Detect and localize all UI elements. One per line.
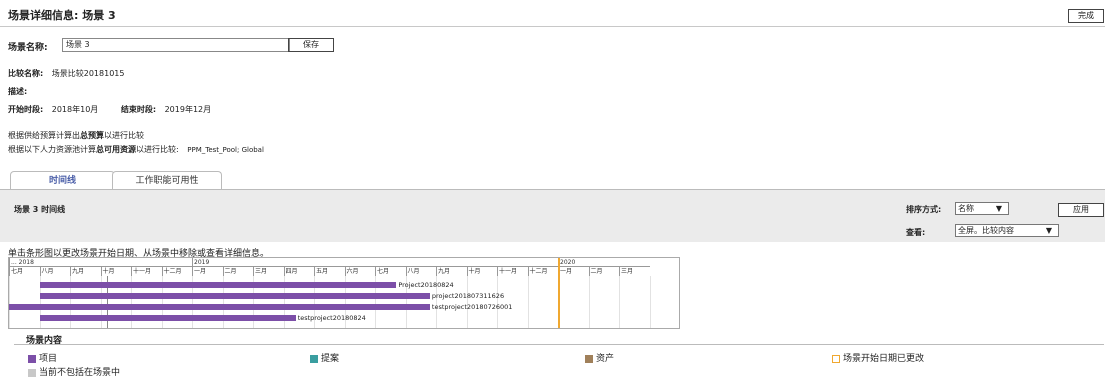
pool-value: PPM_Test_Pool; Global	[187, 146, 264, 154]
legend-divider	[14, 344, 1104, 345]
project-bar-label: Project20180824	[398, 281, 454, 289]
compare-value: 场景比较20181015	[51, 69, 125, 78]
project-bar[interactable]	[39, 293, 430, 299]
project-bar-label: testproject20180824	[297, 314, 366, 322]
timeline-month: 十月	[466, 267, 498, 276]
start-label: 开始时段:	[8, 105, 44, 114]
timeline-year: 2019	[192, 258, 558, 267]
description-row: 描述:	[8, 86, 27, 97]
legend-proposal: 提案	[310, 351, 339, 364]
dropdown-arrow-icon: ▼	[995, 204, 1002, 213]
project-bar-label: testproject20180726001	[431, 303, 513, 311]
timeline-year: 2020	[558, 258, 650, 267]
timeline-month: 六月	[344, 267, 376, 276]
save-button[interactable]: 保存	[288, 38, 334, 52]
description-label: 描述:	[8, 87, 28, 96]
scenario-name-input[interactable]: 场景 3	[62, 38, 290, 52]
legend-asset: 资产	[585, 351, 614, 364]
legend-excluded: 当前不包括在场景中	[28, 365, 120, 378]
timeline-month: 三月	[619, 267, 650, 276]
apply-button[interactable]: 应用	[1058, 203, 1104, 217]
timeline-gridline	[466, 276, 468, 328]
end-label: 结束时段:	[120, 105, 157, 114]
dropdown-arrow-icon: ▼	[1045, 226, 1052, 235]
timeline-month: 三月	[253, 267, 284, 276]
view-label: 查看:	[906, 228, 926, 237]
start-changed-swatch-icon	[832, 354, 840, 363]
timeline-month: 十一月	[497, 267, 528, 276]
sort-select[interactable]: 名称 ▼	[955, 202, 1009, 215]
tab-timeline[interactable]: 时间线	[10, 171, 115, 190]
timeline-month: 一月	[192, 267, 223, 276]
project-bar[interactable]	[39, 282, 397, 288]
timeline-panel	[0, 190, 1105, 242]
timeline-gridline	[619, 276, 620, 328]
project-bar-label: project201807311626	[431, 292, 505, 300]
asset-swatch-icon	[585, 354, 593, 363]
done-button[interactable]: 完成	[1068, 9, 1104, 23]
tab-job-availability[interactable]: 工作职能可用性	[112, 171, 222, 190]
timeline-month: 四月	[283, 267, 315, 276]
timeline-month: 九月	[70, 267, 101, 276]
timeline-month: 十二月	[161, 267, 193, 276]
header-divider	[0, 26, 1105, 27]
timeline-gridline	[9, 276, 10, 328]
period-row: 开始时段: 2018年10月 结束时段: 2019年12月	[8, 104, 211, 115]
timeline-gridline	[497, 276, 498, 328]
proposal-swatch-icon	[310, 354, 318, 363]
timeline-month: 八月	[405, 267, 437, 276]
project-bar[interactable]	[9, 304, 430, 310]
excluded-swatch-icon	[28, 368, 36, 377]
start-value: 2018年10月	[51, 105, 99, 114]
budget-note: 根据供给预算计算出总预算以进行比较	[8, 131, 144, 140]
page-title: 场景详细信息: 场景 3	[8, 9, 116, 22]
timeline-month: 七月	[375, 267, 406, 276]
timeline-chart: ... 2018 2019 2020 七月 八月 九月 十月 十一月 十二月 一月 二月 三月 四月 五月…	[8, 257, 680, 329]
compare-row: 比较名称: 场景比较20181015	[8, 68, 124, 79]
timeline-month: 十二月	[527, 267, 559, 276]
legend-start-changed: 场景开始日期已更改	[832, 351, 924, 364]
project-swatch-icon	[28, 354, 36, 363]
timeline-month: 二月	[222, 267, 254, 276]
timeline-month: 十一月	[131, 267, 162, 276]
timeline-gridline	[588, 276, 590, 328]
timeline-month: 五月	[314, 267, 345, 276]
timeline-month: 一月	[558, 267, 589, 276]
timeline-month: 七月	[9, 267, 40, 276]
view-select[interactable]: 全屏。比较内容 ▼	[955, 224, 1059, 237]
timeline-month: 九月	[436, 267, 467, 276]
timeline-month: 十月	[100, 267, 132, 276]
timeline-month: 八月	[39, 267, 71, 276]
end-value: 2019年12月	[164, 105, 212, 114]
scenario-start-marker	[558, 258, 560, 328]
project-bar[interactable]	[39, 315, 296, 321]
timeline-month: 二月	[588, 267, 620, 276]
panel-title: 场景 3 时间线	[14, 205, 66, 214]
timeline-gridline	[527, 276, 529, 328]
timeline-gridline	[649, 276, 651, 328]
sort-label: 排序方式:	[906, 205, 942, 214]
compare-label: 比较名称:	[8, 69, 44, 78]
pool-note: 根据以下人力资源池计算总可用资源以进行比较: PPM_Test_Pool; Gl…	[8, 145, 264, 154]
timeline-year: ... 2018	[9, 258, 192, 267]
scenario-name-label: 场景名称:	[8, 43, 48, 53]
legend-project: 项目	[28, 351, 57, 364]
